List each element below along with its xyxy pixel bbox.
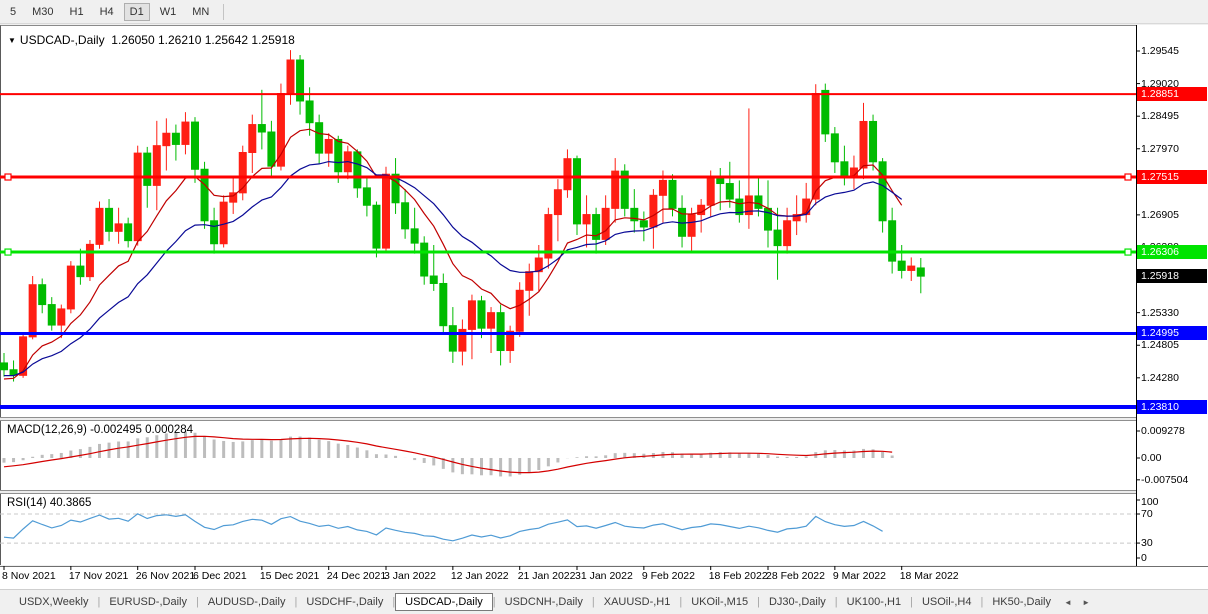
price-axis-tick: 1.27970 (1141, 143, 1179, 155)
rsi-value: 40.3865 (50, 497, 92, 509)
timeframe-toolbar: 5M30 H1H4D1W1MN (0, 0, 1208, 24)
macd-axis-tick: 0.009278 (1141, 425, 1185, 437)
chart-tab-uk100h1[interactable]: UK100-,H1 (838, 594, 910, 610)
price-axis-tick: 1.24280 (1141, 372, 1179, 384)
level-price-tag: 1.27515 (1137, 170, 1207, 184)
price-axis-tick: 1.25330 (1141, 307, 1179, 319)
price-axis-tick: 1.28495 (1141, 110, 1179, 122)
chart-symbol-label: USDCAD-,Daily (20, 33, 105, 47)
level-price-tag: 1.23810 (1137, 400, 1207, 414)
symbol-tab-bar: USDX,Weekly|EURUSD-,Daily|AUDUSD-,Daily|… (0, 589, 1208, 614)
date-axis-label: 31 Jan 2022 (575, 570, 633, 582)
rsi-axis-tick: 70 (1141, 508, 1153, 520)
chart-tab-eurusddaily[interactable]: EURUSD-,Daily (100, 594, 196, 610)
chart-tab-usdcnhdaily[interactable]: USDCNH-,Daily (496, 594, 592, 610)
price-chart-panel[interactable] (0, 25, 1208, 417)
timeframe-button-w1[interactable]: W1 (154, 3, 183, 21)
date-axis-label: 18 Mar 2022 (900, 570, 959, 582)
chart-ohlc-values: 1.26050 1.26210 1.25642 1.25918 (111, 33, 295, 47)
chart-title[interactable]: ▼ USDCAD-,Daily 1.26050 1.26210 1.25642 1… (8, 33, 295, 47)
symbol-dropdown-icon[interactable]: ▼ (8, 36, 16, 45)
tab-scroll-arrows[interactable]: ◄ ► (1064, 598, 1094, 607)
date-axis-label: 18 Feb 2022 (709, 570, 768, 582)
macd-axis-tick: -0.007504 (1141, 474, 1188, 486)
timeframe-button-m30[interactable]: M30 (26, 3, 59, 21)
date-axis-label: 9 Mar 2022 (833, 570, 886, 582)
chart-tab-xauusdh1[interactable]: XAUUSD-,H1 (595, 594, 680, 610)
timeframe-button-mn[interactable]: MN (186, 3, 215, 21)
price-axis-tick: 1.29545 (1141, 45, 1179, 57)
date-axis-label: 28 Feb 2022 (766, 570, 825, 582)
rsi-axis-tick: 0 (1141, 552, 1147, 564)
date-axis-label: 24 Dec 2021 (327, 570, 387, 582)
macd-name: MACD(12,26,9) (7, 424, 87, 436)
date-axis-label: 12 Jan 2022 (451, 570, 509, 582)
price-axis-border (1136, 25, 1137, 566)
price-axis-tick: 1.26905 (1141, 209, 1179, 221)
date-axis-label: 21 Jan 2022 (518, 570, 576, 582)
timeframe-button-d1[interactable]: D1 (124, 3, 150, 21)
rsi-axis-tick: 100 (1141, 496, 1159, 508)
chart-tab-usdxweekly[interactable]: USDX,Weekly (10, 594, 97, 610)
rsi-name: RSI(14) (7, 497, 47, 509)
date-axis-label: 15 Dec 2021 (260, 570, 320, 582)
chart-tab-usdchfdaily[interactable]: USDCHF-,Daily (297, 594, 392, 610)
timeframe-button-h4[interactable]: H4 (94, 3, 120, 21)
level-price-tag: 1.26306 (1137, 245, 1207, 259)
timeframe-button-5[interactable]: 5 (4, 3, 22, 21)
toolbar-separator (223, 4, 224, 20)
level-price-tag: 1.28851 (1137, 87, 1207, 101)
date-axis-label: 17 Nov 2021 (69, 570, 129, 582)
trading-terminal-window: 5M30 H1H4D1W1MN ▼ USDCAD-,Daily 1.26050 1.… (0, 0, 1208, 614)
date-axis-label: 8 Nov 2021 (2, 570, 56, 582)
timeframe-button-h1[interactable]: H1 (64, 3, 90, 21)
rsi-panel[interactable] (0, 494, 1208, 565)
chart-tab-usoilh4[interactable]: USOil-,H4 (913, 594, 981, 610)
chart-tab-dj30daily[interactable]: DJ30-,Daily (760, 594, 835, 610)
date-axis-label: 3 Jan 2022 (384, 570, 436, 582)
date-axis-label: 6 Dec 2021 (193, 570, 247, 582)
macd-values: -0.002495 0.000284 (90, 424, 193, 436)
macd-indicator-label: MACD(12,26,9) -0.002495 0.000284 (7, 424, 193, 436)
date-axis-label: 9 Feb 2022 (642, 570, 695, 582)
chart-tab-ukoilm15[interactable]: UKOil-,M15 (682, 594, 757, 610)
price-axis-tick: 1.24805 (1141, 339, 1179, 351)
chart-tab-usdcaddaily[interactable]: USDCAD-,Daily (395, 593, 493, 611)
level-price-tag: 1.24995 (1137, 326, 1207, 340)
current-price-tag: 1.25918 (1137, 269, 1207, 283)
date-axis-label: 26 Nov 2021 (136, 570, 196, 582)
macd-axis-tick: 0.00 (1141, 452, 1161, 464)
rsi-axis-tick: 30 (1141, 537, 1153, 549)
rsi-indicator-label: RSI(14) 40.3865 (7, 497, 91, 509)
chart-tab-audusddaily[interactable]: AUDUSD-,Daily (199, 594, 295, 610)
chart-tab-hk50daily[interactable]: HK50-,Daily (983, 594, 1060, 610)
